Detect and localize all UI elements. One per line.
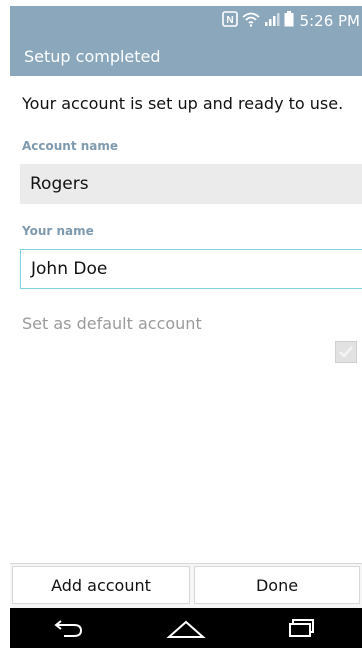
navigation-bar [10, 608, 362, 648]
screen: N 5:26 PM Setup completed Your account i… [0, 0, 362, 648]
signal-icon [264, 11, 280, 31]
home-button[interactable] [156, 608, 216, 648]
main-content: Your account is set up and ready to use.… [10, 76, 362, 564]
check-icon [339, 346, 353, 358]
wifi-icon [241, 11, 260, 31]
default-account-label: Set as default account [22, 314, 202, 333]
add-account-button[interactable]: Add account [12, 566, 190, 604]
back-button[interactable] [39, 608, 99, 648]
action-bar: Add account Done [10, 563, 362, 608]
battery-icon [284, 11, 294, 31]
intro-text: Your account is set up and ready to use. [22, 94, 344, 113]
status-icons: N [221, 11, 294, 31]
svg-text:N: N [226, 15, 233, 26]
default-account-checkbox[interactable] [335, 341, 357, 363]
your-name-field[interactable]: John Doe [20, 249, 362, 289]
your-name-value: John Doe [31, 259, 108, 279]
back-icon [54, 620, 82, 637]
account-name-field[interactable]: Rogers [20, 164, 362, 204]
nfc-icon: N [221, 11, 238, 31]
home-icon [166, 620, 206, 638]
your-name-label: Your name [22, 224, 94, 238]
recents-icon [289, 619, 315, 637]
page-title: Setup completed [24, 46, 161, 66]
account-name-value: Rogers [30, 174, 89, 194]
title-bar: Setup completed [10, 36, 362, 76]
status-bar: N 5:26 PM [10, 6, 362, 36]
account-name-label: Account name [22, 139, 119, 153]
recents-button[interactable] [273, 608, 333, 648]
done-button[interactable]: Done [194, 566, 360, 604]
status-time: 5:26 PM [299, 12, 360, 30]
